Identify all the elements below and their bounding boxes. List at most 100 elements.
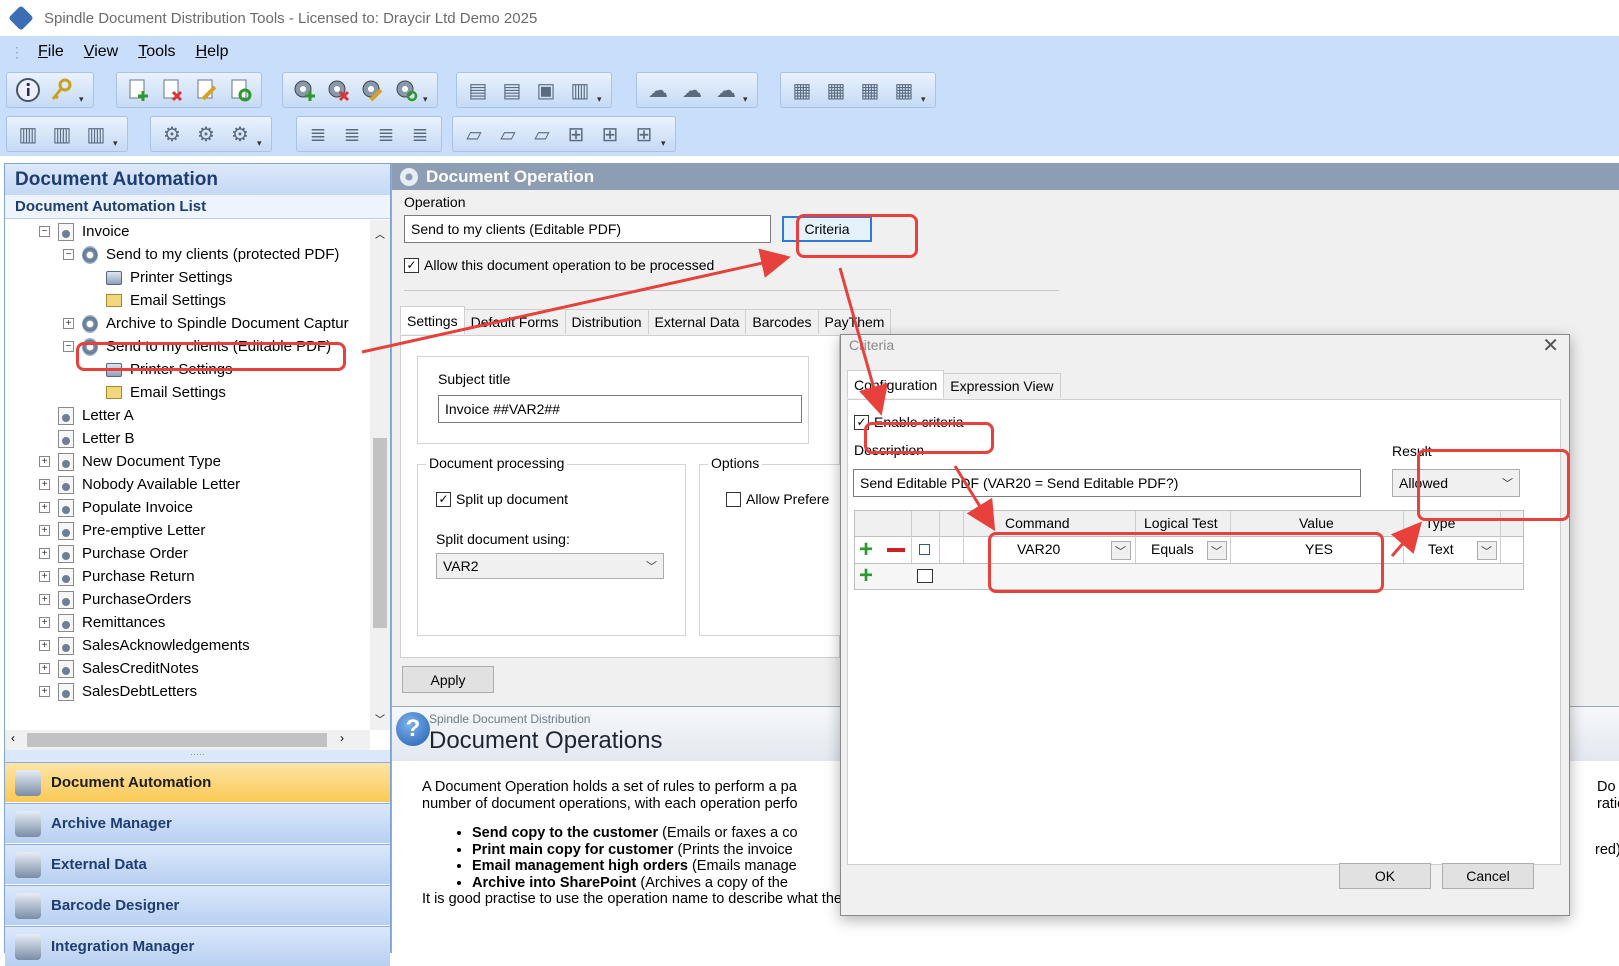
apply-button[interactable]: Apply: [402, 666, 494, 693]
integration-add-icon[interactable]: ⚙: [155, 118, 189, 150]
tree-item[interactable]: + SalesDebtLetters: [39, 680, 197, 703]
add-group-icon[interactable]: [917, 569, 933, 583]
tree-item[interactable]: − Invoice: [39, 220, 130, 243]
tree-item[interactable]: + Purchase Return: [39, 565, 195, 588]
collapse-icon[interactable]: −: [63, 249, 74, 260]
tree-item[interactable]: Email Settings: [87, 381, 226, 404]
delete-document-icon[interactable]: [155, 74, 189, 106]
database-edit-icon[interactable]: ≣: [369, 118, 403, 150]
tab-expression-view[interactable]: Expression View: [943, 373, 1061, 398]
description-input[interactable]: Send Editable PDF (VAR20 = Send Editable…: [853, 469, 1361, 497]
ok-button[interactable]: OK: [1339, 863, 1431, 889]
nav-button[interactable]: Integration Manager: [5, 926, 390, 966]
expand-icon[interactable]: +: [39, 479, 50, 490]
scroll-down-icon[interactable]: ﹀: [375, 711, 385, 726]
expand-icon[interactable]: +: [39, 456, 50, 467]
tree-vertical-scrollbar[interactable]: ︿ ﹀: [370, 220, 390, 730]
new-document-icon[interactable]: [121, 74, 155, 106]
scroll-right-icon[interactable]: ›: [340, 731, 344, 745]
group-toggle-icon[interactable]: [919, 544, 930, 555]
delete-operation-gear-icon[interactable]: [321, 74, 355, 106]
database-add-icon[interactable]: ≣: [301, 118, 335, 150]
tree-item[interactable]: + New Document Type: [39, 450, 221, 473]
operation-name-input[interactable]: Send to my clients (Editable PDF): [404, 215, 771, 243]
tree-item[interactable]: + SalesAcknowledgements: [39, 634, 250, 657]
expand-icon[interactable]: +: [39, 686, 50, 697]
tree-horizontal-scrollbar[interactable]: ‹ ›: [5, 730, 370, 750]
tree-item[interactable]: + Purchase Order: [39, 542, 188, 565]
nav-button[interactable]: External Data: [5, 844, 390, 884]
dropdown-arrow-icon[interactable]: ▾: [423, 94, 433, 107]
expand-icon[interactable]: +: [39, 525, 50, 536]
checkbox-checked-icon[interactable]: ✓: [404, 257, 419, 273]
archive-edit-icon[interactable]: ▦: [853, 74, 887, 106]
form-view-icon[interactable]: ▣: [529, 74, 563, 106]
archive-add-icon[interactable]: ▦: [785, 74, 819, 106]
add-row-icon[interactable]: +: [859, 538, 873, 562]
edit-document-icon[interactable]: [189, 74, 223, 106]
split-up-checkbox[interactable]: ✓ Split up document: [436, 491, 568, 507]
add-row-icon[interactable]: +: [859, 564, 873, 588]
menu-view[interactable]: View: [74, 43, 128, 61]
dropdown-arrow-icon[interactable]: ▾: [661, 138, 671, 151]
expand-icon[interactable]: +: [39, 663, 50, 674]
expand-icon[interactable]: +: [39, 502, 50, 513]
close-icon[interactable]: ✕: [1542, 333, 1559, 358]
type-dropdown-icon[interactable]: ﹀: [1477, 541, 1497, 560]
barcode-edit-icon[interactable]: ▥: [79, 118, 113, 150]
expand-icon[interactable]: +: [39, 640, 50, 651]
remove-row-icon[interactable]: [887, 548, 905, 552]
allow-preference-checkbox[interactable]: Allow Prefere: [726, 491, 829, 507]
refresh-document-icon[interactable]: [223, 74, 257, 106]
scroll-thumb[interactable]: [373, 438, 387, 628]
row-type-value[interactable]: Text: [1428, 541, 1454, 557]
archive-remove-icon[interactable]: ▦: [819, 74, 853, 106]
dropdown-arrow-icon[interactable]: ▾: [257, 138, 267, 151]
tree-item[interactable]: + SalesCreditNotes: [39, 657, 199, 680]
subject-title-input[interactable]: Invoice ##VAR2##: [438, 395, 802, 423]
split-using-select[interactable]: VAR2 ﹀: [436, 553, 664, 579]
tree-item[interactable]: + Archive to Spindle Document Captur: [63, 312, 349, 335]
form-list-icon[interactable]: ▤: [461, 74, 495, 106]
collapse-icon[interactable]: −: [63, 341, 74, 352]
checkbox-checked-icon[interactable]: ✓: [436, 491, 451, 507]
add-operation-gear-icon[interactable]: [287, 74, 321, 106]
form-remove-icon[interactable]: ▤: [495, 74, 529, 106]
menu-tools[interactable]: Tools: [128, 43, 185, 61]
run-operation-gear-icon[interactable]: [389, 74, 423, 106]
tree-item[interactable]: − Send to my clients (protected PDF): [63, 243, 339, 266]
scroll-left-icon[interactable]: ‹: [11, 731, 15, 745]
tree-item[interactable]: Letter A: [39, 404, 134, 427]
tree-item[interactable]: Letter B: [39, 427, 135, 450]
tab-distribution[interactable]: Distribution: [564, 309, 649, 334]
form-download-icon[interactable]: ▥: [563, 74, 597, 106]
splitter-grip[interactable]: ·····: [5, 750, 390, 762]
expand-icon[interactable]: +: [63, 318, 74, 329]
menu-help[interactable]: Help: [186, 43, 239, 61]
tree-item[interactable]: + Pre-emptive Letter: [39, 519, 205, 542]
tree-item[interactable]: Email Settings: [87, 289, 226, 312]
network-add-icon[interactable]: ⊞: [559, 118, 593, 150]
barcode-add-icon[interactable]: ▥: [11, 118, 45, 150]
expand-icon[interactable]: +: [39, 617, 50, 628]
expand-icon[interactable]: +: [39, 548, 50, 559]
checkbox-unchecked-icon[interactable]: [726, 491, 741, 507]
tab-configuration[interactable]: Configuration: [847, 370, 945, 398]
expand-icon[interactable]: +: [39, 571, 50, 582]
folder-remove-icon[interactable]: ▱: [491, 118, 525, 150]
tree-item[interactable]: Printer Settings: [87, 266, 233, 289]
dropdown-arrow-icon[interactable]: ▾: [113, 138, 123, 151]
cloud-edit-icon[interactable]: ☁: [709, 74, 743, 106]
allow-operation-checkbox[interactable]: ✓ Allow this document operation to be pr…: [404, 257, 714, 273]
tree-item[interactable]: + Populate Invoice: [39, 496, 193, 519]
scroll-up-icon[interactable]: ︿: [375, 226, 385, 241]
cloud-remove-icon[interactable]: ☁: [675, 74, 709, 106]
folder-open-icon[interactable]: ▱: [525, 118, 559, 150]
archive-run-icon[interactable]: ▦: [887, 74, 921, 106]
menu-file[interactable]: File: [28, 43, 74, 61]
tab-external-data[interactable]: External Data: [647, 309, 747, 334]
dropdown-arrow-icon[interactable]: ▾: [79, 94, 89, 107]
network-remove-icon[interactable]: ⊞: [593, 118, 627, 150]
folder-add-icon[interactable]: ▱: [457, 118, 491, 150]
tab-default-forms[interactable]: Default Forms: [463, 309, 566, 334]
